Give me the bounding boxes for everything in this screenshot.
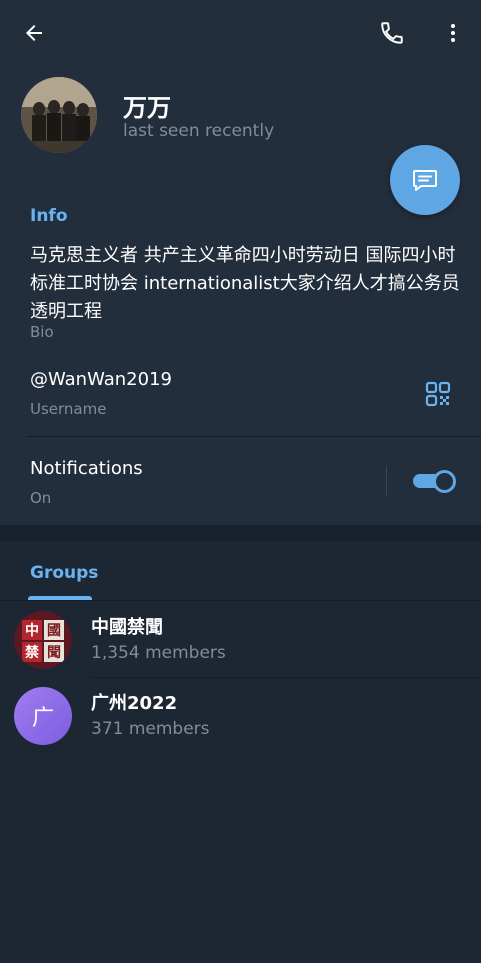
tab-groups[interactable]: Groups (30, 563, 98, 583)
notifications-toggle[interactable] (413, 470, 456, 493)
info-divider (26, 436, 481, 437)
avatar-char: 國 (44, 620, 64, 640)
username-value[interactable]: @WanWan2019 (30, 369, 172, 390)
group-avatar-logo: 中 國 禁 聞 (22, 620, 64, 662)
bio-text[interactable]: 马克思主义者 共产主义革命四小时劳动日 国际四小时标准工时协会 internat… (30, 242, 460, 326)
username-label: Username (30, 400, 107, 418)
group-members: 1,354 members (91, 643, 226, 663)
avatar-char: 聞 (44, 642, 64, 662)
profile-name: 万万 (123, 94, 171, 122)
profile-avatar[interactable] (21, 77, 97, 153)
group-name: 广州2022 (91, 693, 178, 714)
tab-divider (0, 600, 481, 601)
group-divider (91, 677, 481, 678)
call-button[interactable] (372, 13, 412, 53)
qr-code-icon (425, 381, 451, 407)
info-section: Info 马克思主义者 共产主义革命四小时劳动日 国际四小时标准工时协会 int… (0, 180, 481, 525)
groups-section: Groups 中 國 禁 聞 中國禁聞 1,354 members 广 广州20… (0, 541, 481, 963)
last-seen-status: last seen recently (123, 121, 275, 141)
toggle-separator (386, 466, 387, 496)
group-avatar: 广 (14, 687, 72, 745)
message-icon (413, 170, 437, 191)
bio-label: Bio (30, 323, 54, 341)
group-avatar: 中 國 禁 聞 (14, 611, 72, 669)
avatar-letter: 广 (31, 706, 54, 731)
more-vertical-icon (451, 24, 455, 42)
section-gap (0, 525, 481, 541)
avatar-char: 禁 (22, 642, 42, 662)
back-arrow-icon (26, 25, 42, 41)
qr-code-button[interactable] (425, 381, 451, 407)
notifications-state: On (30, 489, 52, 507)
send-message-button[interactable] (390, 145, 460, 215)
notifications-title[interactable]: Notifications (30, 458, 143, 479)
info-section-title: Info (30, 206, 68, 226)
group-members: 371 members (91, 719, 210, 739)
toggle-knob (433, 470, 456, 493)
group-name: 中國禁聞 (91, 617, 163, 638)
phone-icon (381, 22, 403, 44)
group-item[interactable]: 中 國 禁 聞 中國禁聞 1,354 members (0, 603, 481, 679)
group-item[interactable]: 广 广州2022 371 members (0, 679, 481, 755)
back-button[interactable] (14, 13, 54, 53)
profile-photo (21, 77, 97, 153)
more-options-button[interactable] (433, 13, 473, 53)
avatar-char: 中 (22, 620, 42, 640)
